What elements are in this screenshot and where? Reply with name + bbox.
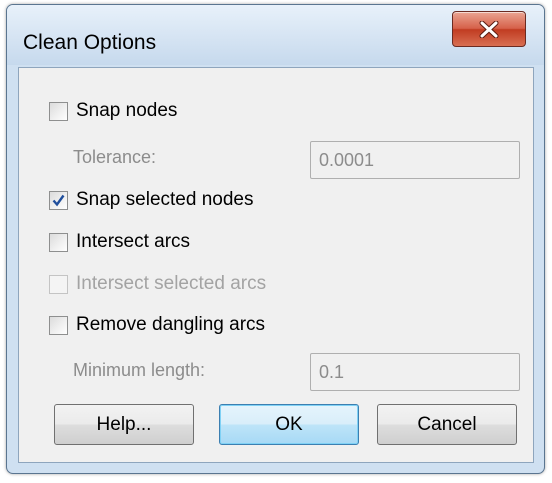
minimum-length-field[interactable]: 0.1 — [310, 353, 520, 391]
snap-nodes-option[interactable]: Snap nodes — [49, 96, 177, 126]
intersect-arcs-option[interactable]: Intersect arcs — [49, 227, 190, 257]
title-bar[interactable]: Clean Options — [7, 5, 544, 65]
intersect-arcs-checkbox[interactable] — [49, 232, 68, 252]
tolerance-field[interactable]: 0.0001 — [310, 141, 520, 179]
snap-selected-nodes-option[interactable]: Snap selected nodes — [49, 185, 253, 215]
snap-nodes-checkbox[interactable] — [49, 101, 68, 121]
snap-nodes-label: Snap nodes — [76, 100, 178, 121]
snap-selected-nodes-checkbox[interactable] — [49, 190, 68, 210]
cancel-button[interactable]: Cancel — [377, 404, 517, 445]
dialog-title: Clean Options — [23, 31, 157, 54]
remove-dangling-arcs-checkbox[interactable] — [49, 315, 68, 335]
clean-options-dialog: Clean Options Snap nodes Tolerance: 0.00… — [6, 4, 545, 474]
minimum-length-label: Minimum length: — [73, 360, 206, 380]
close-button[interactable] — [452, 11, 526, 47]
snap-selected-nodes-label: Snap selected nodes — [76, 189, 254, 210]
dialog-body: Snap nodes Tolerance: 0.0001 Snap select… — [18, 67, 534, 463]
intersect-arcs-label: Intersect arcs — [76, 231, 191, 252]
intersect-selected-arcs-option: Intersect selected arcs — [49, 269, 266, 299]
ok-button[interactable]: OK — [219, 404, 359, 445]
help-button[interactable]: Help... — [54, 404, 194, 445]
remove-dangling-arcs-label: Remove dangling arcs — [76, 314, 266, 335]
close-icon — [479, 20, 499, 38]
intersect-selected-arcs-label: Intersect selected arcs — [76, 273, 267, 294]
remove-dangling-arcs-option[interactable]: Remove dangling arcs — [49, 310, 265, 340]
tolerance-label: Tolerance: — [73, 147, 157, 167]
intersect-selected-arcs-checkbox — [49, 274, 68, 294]
checkmark-icon — [52, 194, 65, 206]
